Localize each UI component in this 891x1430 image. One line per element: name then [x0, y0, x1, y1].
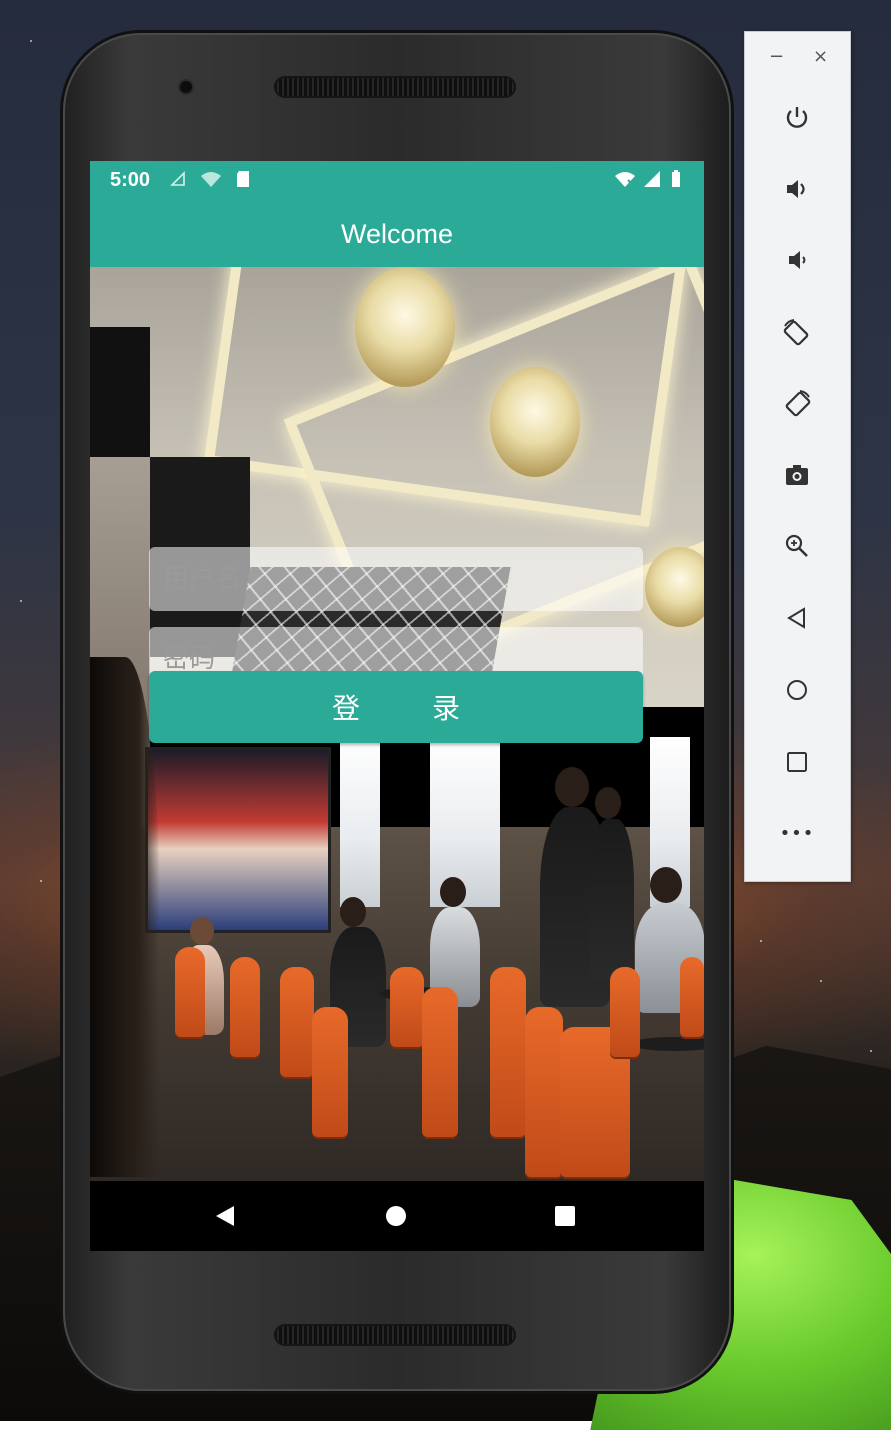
chandelier: [490, 367, 580, 477]
username-input[interactable]: [149, 547, 643, 611]
volume-down-button[interactable]: [777, 240, 817, 280]
volume-down-icon: [789, 251, 806, 269]
panel-home-button[interactable]: [777, 670, 817, 710]
app-bar: Welcome: [90, 201, 704, 267]
chair: [230, 957, 260, 1057]
person: [555, 767, 589, 807]
bottom-speaker: [274, 1324, 516, 1346]
zoom-icon: [785, 534, 808, 557]
window: [460, 737, 500, 907]
person: [650, 867, 682, 903]
person: [340, 897, 366, 927]
nav-home-button[interactable]: [381, 1201, 411, 1231]
battery-icon: [670, 169, 690, 189]
panel-overview-button[interactable]: [777, 742, 817, 782]
overview-icon: [787, 752, 807, 772]
power-icon: [786, 107, 808, 128]
back-triangle-icon: [216, 1206, 234, 1226]
window: [340, 737, 380, 907]
signal-icon: [168, 169, 188, 189]
rotate-right-button[interactable]: [777, 383, 817, 423]
login-button[interactable]: 登录: [149, 671, 643, 743]
person: [190, 917, 214, 945]
rotate-left-button[interactable]: [777, 312, 817, 352]
navigation-bar: [90, 1181, 704, 1251]
person: [440, 877, 466, 907]
tv-screen: [145, 747, 331, 933]
power-button[interactable]: [777, 98, 817, 138]
screenshot-button[interactable]: [777, 455, 817, 495]
cell-signal-icon: [642, 169, 662, 189]
top-speaker: [274, 76, 516, 98]
more-icon: •••: [779, 822, 815, 844]
star: [20, 600, 22, 602]
recents-square-icon: [555, 1206, 575, 1226]
volume-up-icon: [787, 180, 805, 198]
rotate-left-icon: [783, 319, 809, 346]
star: [760, 940, 762, 942]
wifi-icon: [200, 169, 221, 189]
panel-back-button[interactable]: [777, 598, 817, 638]
star: [30, 40, 32, 42]
minimize-button[interactable]: −: [769, 46, 784, 67]
phone-frame: 5:00 Welcome 用户名 登录: [63, 33, 731, 1391]
camera-icon: [786, 465, 808, 485]
chair: [280, 967, 314, 1077]
zoom-button[interactable]: [777, 526, 817, 566]
chair: [422, 987, 458, 1137]
person: [595, 787, 621, 819]
rotate-right-icon: [785, 390, 811, 417]
username-field[interactable]: [149, 547, 643, 611]
more-button[interactable]: •••: [777, 813, 817, 853]
dark-wall-section: [90, 327, 150, 457]
nav-back-button[interactable]: [210, 1201, 240, 1231]
home-icon: [787, 680, 807, 700]
person: [590, 819, 634, 979]
nav-recents-button[interactable]: [550, 1201, 580, 1231]
close-button[interactable]: ×: [813, 46, 828, 67]
chair: [390, 967, 424, 1047]
emulator-control-panel: − × •••: [744, 31, 851, 882]
chandelier: [355, 267, 455, 387]
home-circle-icon: [386, 1206, 406, 1226]
chair: [175, 947, 205, 1037]
chair: [610, 967, 640, 1057]
star: [40, 880, 42, 882]
app-title: Welcome: [340, 219, 454, 249]
chair: [680, 957, 704, 1037]
chair: [490, 967, 526, 1137]
chair: [525, 1007, 563, 1177]
back-icon: [787, 607, 805, 629]
star: [870, 1050, 872, 1052]
chair: [312, 1007, 348, 1137]
volume-up-button[interactable]: [777, 169, 817, 209]
star: [820, 980, 822, 982]
front-camera: [180, 81, 192, 93]
phone-screen: 5:00 Welcome 用户名 登录: [90, 161, 704, 1251]
status-time: 5:00: [110, 169, 151, 191]
wifi-x-icon: [614, 169, 635, 189]
status-bar: 5:00: [90, 161, 704, 201]
sd-card-icon: [234, 169, 254, 189]
